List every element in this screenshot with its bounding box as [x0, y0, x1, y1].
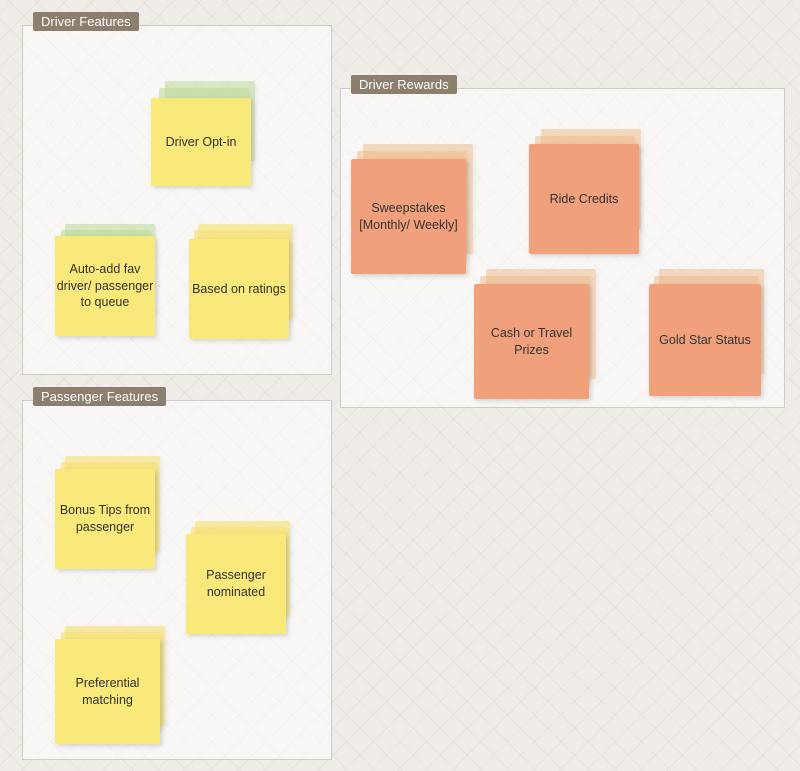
cash-prizes-note: Cash or Travel Prizes [474, 284, 589, 399]
driver-features-label: Driver Features [33, 12, 139, 31]
auto-add-note: Auto-add fav driver/ passenger to queue [55, 236, 155, 336]
driver-optin-note: Driver Opt-in [151, 98, 251, 186]
passenger-features-group: Passenger Features Bonus Tips from passe… [22, 400, 332, 760]
ride-credits-note: Ride Credits [529, 144, 639, 254]
passenger-features-label: Passenger Features [33, 387, 166, 406]
sweepstakes-note: Sweepstakes [Monthly/ Weekly] [351, 159, 466, 274]
driver-rewards-group: Driver Rewards Sweepstakes [Monthly/ Wee… [340, 88, 785, 408]
preferential-matching-note: Preferential matching [55, 639, 160, 744]
bonus-tips-note: Bonus Tips from passenger [55, 469, 155, 569]
passenger-nominated-note: Passenger nominated [186, 534, 286, 634]
driver-rewards-label: Driver Rewards [351, 75, 457, 94]
driver-features-group: Driver Features Driver Opt-in Auto-add f… [22, 25, 332, 375]
ratings-note: Based on ratings [189, 239, 289, 339]
gold-star-note: Gold Star Status [649, 284, 761, 396]
